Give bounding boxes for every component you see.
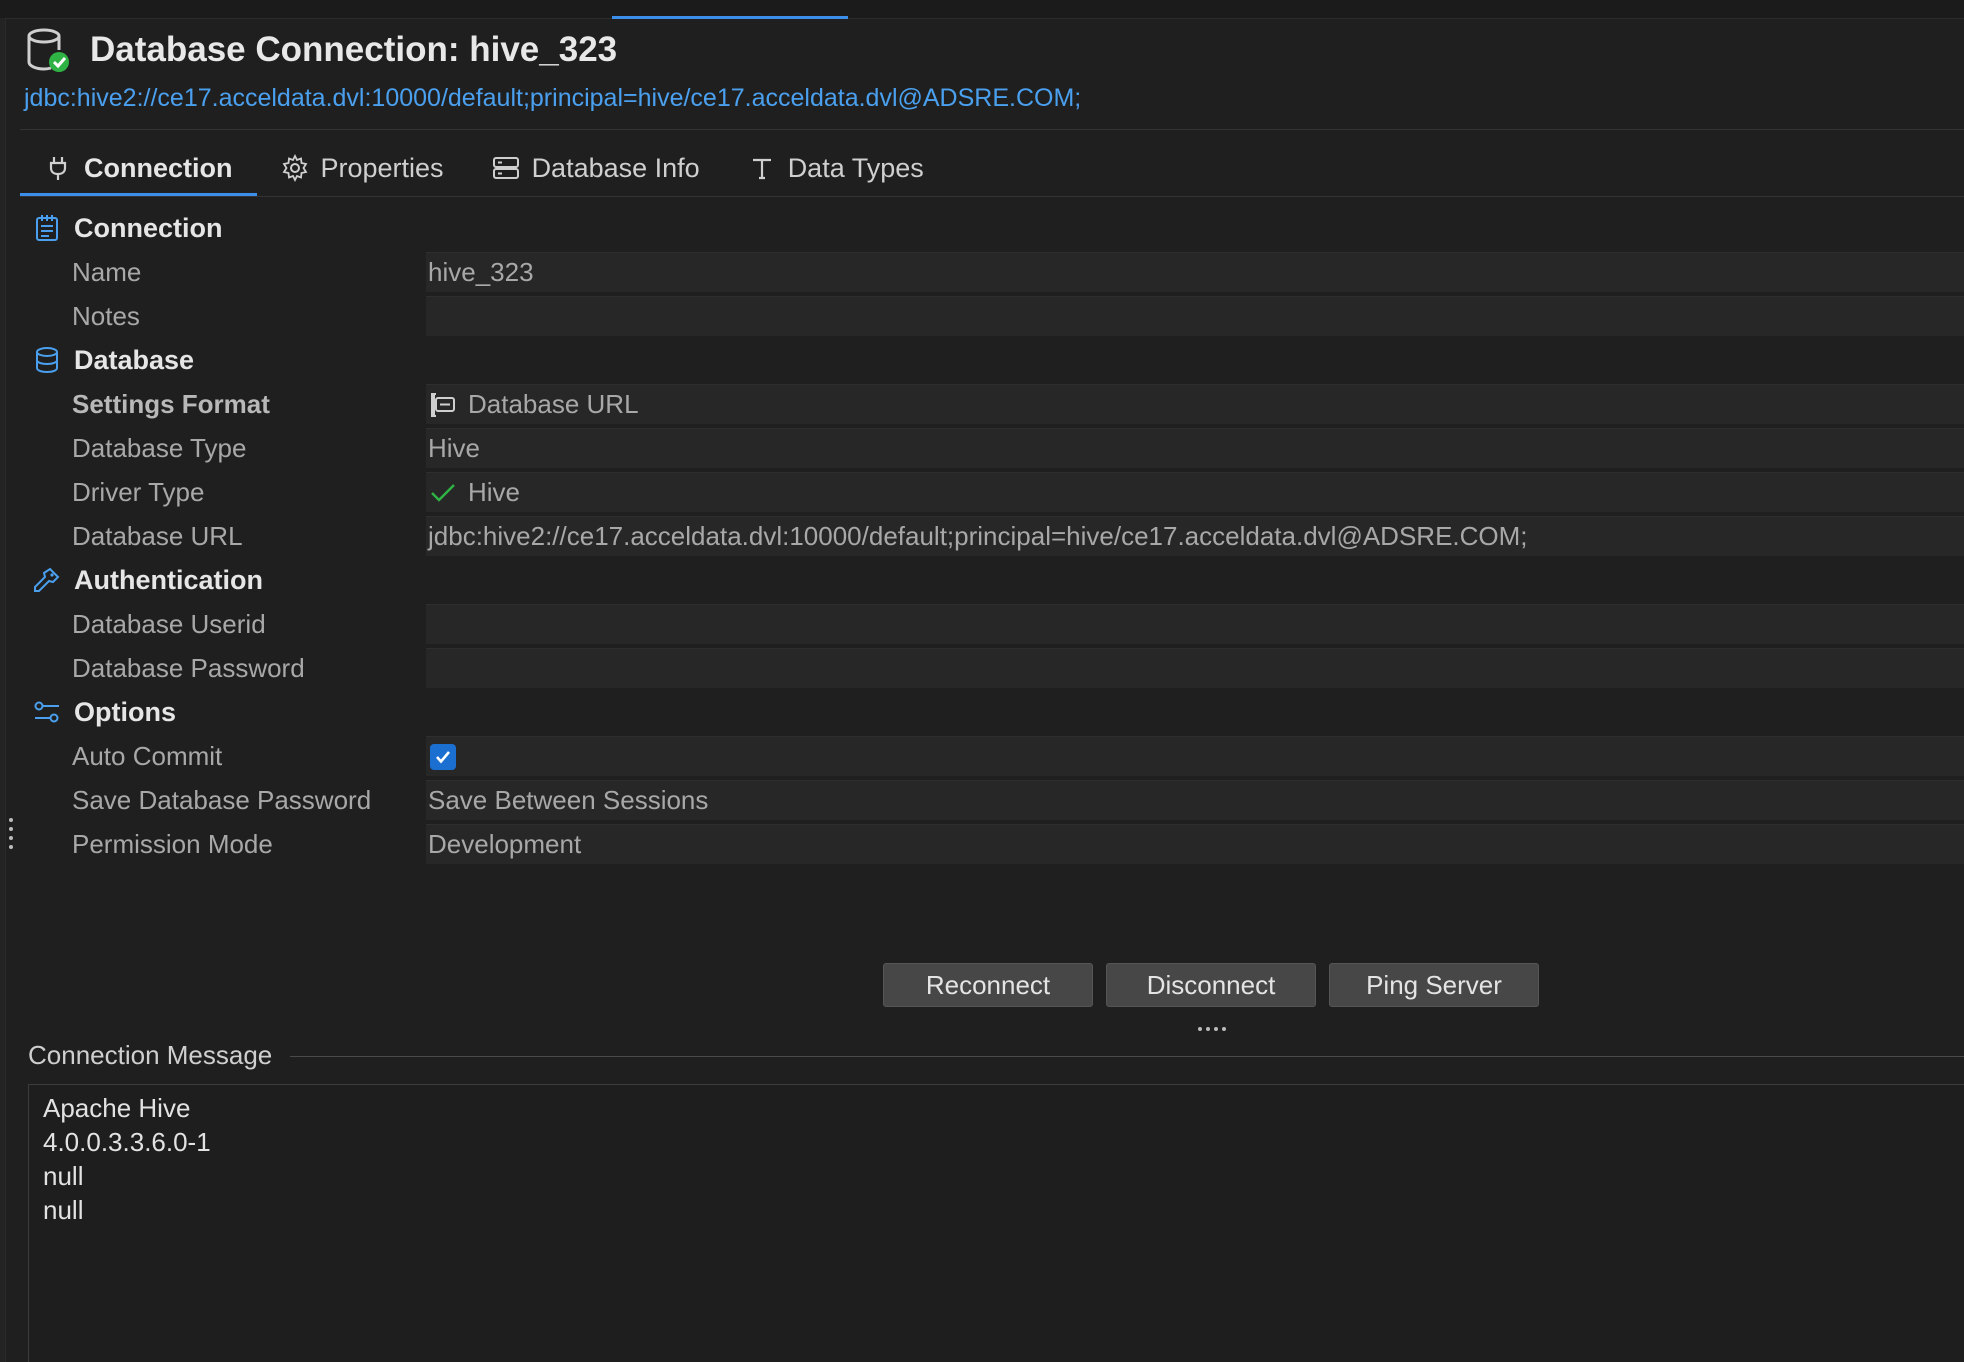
message-group-rule bbox=[290, 1056, 1964, 1057]
tab-label: Data Types bbox=[787, 152, 924, 183]
tab-label: Database Info bbox=[531, 152, 700, 183]
section-connection[interactable]: Connection bbox=[28, 206, 1964, 250]
tab-properties[interactable]: Properties bbox=[257, 140, 468, 196]
url-format-icon bbox=[428, 390, 458, 420]
editor-tab-strip bbox=[0, 0, 1964, 19]
name-field[interactable]: hive_323 bbox=[426, 252, 1964, 292]
permission-mode-label: Permission Mode bbox=[72, 829, 273, 859]
gear-icon bbox=[281, 154, 309, 182]
settings-format-value: Database URL bbox=[468, 389, 639, 419]
userid-field[interactable] bbox=[426, 604, 1964, 644]
action-buttons: Reconnect Disconnect Ping Server bbox=[883, 963, 1539, 1007]
tab-data-types[interactable]: Data Types bbox=[724, 140, 948, 196]
password-field[interactable] bbox=[426, 648, 1964, 688]
permission-mode-row: Permission Mode Development bbox=[28, 822, 1964, 866]
section-authentication[interactable]: Authentication bbox=[28, 558, 1964, 602]
save-password-row: Save Database Password Save Between Sess… bbox=[28, 778, 1964, 822]
left-splitter[interactable] bbox=[0, 18, 6, 1362]
message-line: null bbox=[43, 1161, 84, 1191]
database-connected-icon bbox=[24, 26, 72, 74]
splitter-grip-handle[interactable] bbox=[9, 818, 13, 849]
text-t-icon bbox=[748, 154, 776, 182]
password-row: Database Password bbox=[28, 646, 1964, 690]
tab-bar: Connection Properties Database Info Data… bbox=[20, 140, 948, 197]
resize-grip-handle[interactable] bbox=[1198, 1027, 1226, 1031]
server-icon bbox=[492, 154, 520, 182]
name-row: Name hive_323 bbox=[28, 250, 1964, 294]
message-line: Apache Hive bbox=[43, 1093, 191, 1123]
permission-mode-select[interactable]: Development bbox=[426, 824, 1964, 864]
section-title: Authentication bbox=[74, 564, 263, 595]
ping-server-button[interactable]: Ping Server bbox=[1329, 963, 1539, 1007]
connection-message-box[interactable]: Apache Hive 4.0.0.3.3.6.0-1 null null bbox=[28, 1084, 1964, 1362]
reconnect-button[interactable]: Reconnect bbox=[883, 963, 1093, 1007]
database-url-label: Database URL bbox=[72, 521, 243, 551]
key-icon bbox=[32, 565, 62, 595]
section-title: Connection bbox=[74, 212, 223, 243]
userid-label: Database Userid bbox=[72, 609, 266, 639]
tab-database-info[interactable]: Database Info bbox=[468, 140, 724, 196]
plug-icon bbox=[44, 154, 72, 182]
driver-type-row: Driver Type Hive bbox=[28, 470, 1964, 514]
settings-format-field[interactable]: Database URL bbox=[426, 384, 1964, 424]
save-password-label: Save Database Password bbox=[72, 785, 372, 815]
section-title: Database bbox=[74, 344, 195, 375]
connection-message-title: Connection Message bbox=[28, 1040, 281, 1071]
settings-format-row: Settings Format Database URL bbox=[28, 382, 1964, 426]
driver-type-field[interactable]: Hive bbox=[426, 472, 1964, 512]
auto-commit-checkbox[interactable] bbox=[430, 743, 456, 770]
message-line: null bbox=[43, 1195, 84, 1225]
driver-type-label: Driver Type bbox=[72, 477, 205, 507]
save-password-select[interactable]: Save Between Sessions bbox=[426, 780, 1964, 820]
connection-header: Database Connection: hive_323 bbox=[24, 26, 617, 74]
tab-divider bbox=[20, 196, 1964, 197]
auto-commit-cell bbox=[426, 736, 1964, 776]
tab-connection[interactable]: Connection bbox=[20, 140, 257, 197]
database-type-row: Database Type Hive bbox=[28, 426, 1964, 470]
tab-label: Connection bbox=[84, 152, 233, 183]
notepad-icon bbox=[32, 213, 62, 243]
notes-field[interactable] bbox=[426, 296, 1964, 336]
auto-commit-row: Auto Commit bbox=[28, 734, 1964, 778]
settings-format-label: Settings Format bbox=[72, 389, 270, 419]
connection-url-link[interactable]: jdbc:hive2://ce17.acceldata.dvl:10000/de… bbox=[24, 84, 1081, 113]
database-type-field[interactable]: Hive bbox=[426, 428, 1964, 468]
password-label: Database Password bbox=[72, 653, 305, 683]
section-database[interactable]: Database bbox=[28, 338, 1964, 382]
active-editor-tab-indicator bbox=[612, 16, 848, 19]
page-title: Database Connection: hive_323 bbox=[90, 30, 618, 69]
database-type-label: Database Type bbox=[72, 433, 247, 463]
driver-type-value: Hive bbox=[468, 477, 521, 507]
connection-form: Connection Name hive_323 Notes Database … bbox=[28, 206, 1964, 866]
notes-row: Notes bbox=[28, 294, 1964, 338]
database-url-row: Database URL jdbc:hive2://ce17.acceldata… bbox=[28, 514, 1964, 558]
header-divider bbox=[20, 129, 1964, 130]
disconnect-button[interactable]: Disconnect bbox=[1106, 963, 1316, 1007]
section-options[interactable]: Options bbox=[28, 690, 1964, 734]
database-icon bbox=[32, 345, 62, 375]
tab-label: Properties bbox=[320, 152, 444, 183]
sliders-icon bbox=[32, 697, 62, 727]
userid-row: Database Userid bbox=[28, 602, 1964, 646]
auto-commit-label: Auto Commit bbox=[72, 741, 223, 771]
database-url-field[interactable]: jdbc:hive2://ce17.acceldata.dvl:10000/de… bbox=[426, 516, 1964, 556]
message-line: 4.0.0.3.3.6.0-1 bbox=[43, 1127, 211, 1157]
notes-label: Notes bbox=[72, 301, 140, 331]
name-label: Name bbox=[72, 257, 142, 287]
checkmark-icon bbox=[428, 478, 458, 508]
section-title: Options bbox=[74, 696, 176, 727]
